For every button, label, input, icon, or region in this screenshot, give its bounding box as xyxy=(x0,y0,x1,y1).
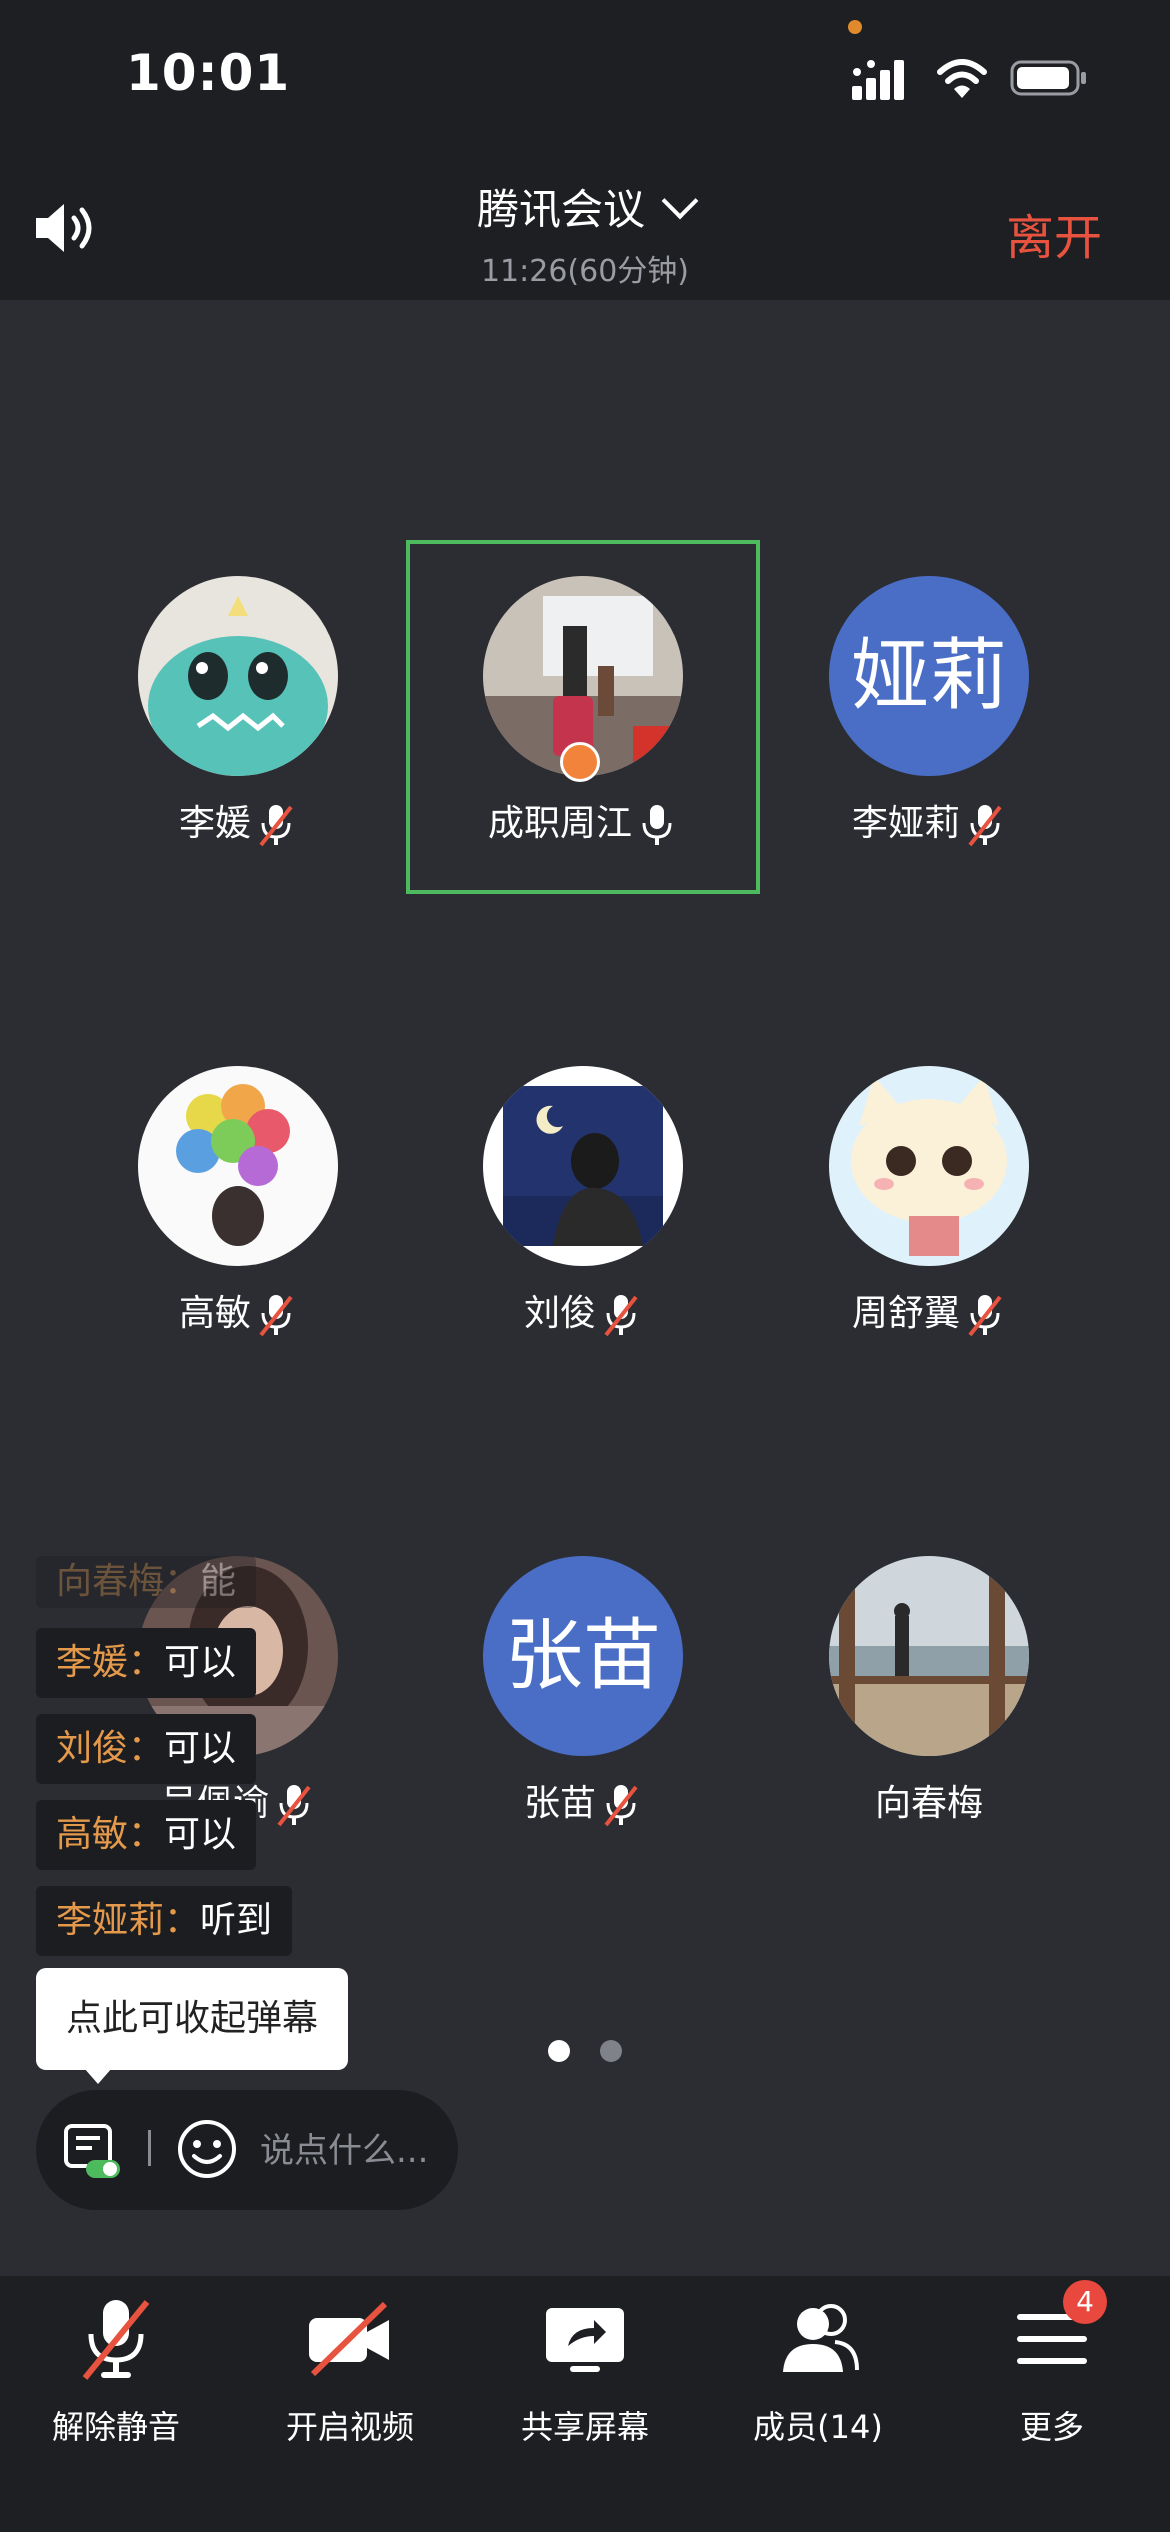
mic-muted-icon xyxy=(604,1295,638,1337)
avatar xyxy=(483,1066,683,1266)
members-button[interactable]: 成员(14) xyxy=(718,2294,918,2448)
danmu-list: 向春梅：能 李媛：可以 刘俊：可以 高敏：可以 李娅莉：听到 xyxy=(36,1556,293,1972)
mic-on-icon xyxy=(642,805,672,845)
meeting-title: 腾讯会议 xyxy=(476,185,645,234)
participant-name: 李媛 xyxy=(178,803,251,844)
danmu-sender: 向春梅 xyxy=(56,1561,165,1602)
mic-muted-icon xyxy=(604,1785,638,1827)
unmute-button[interactable]: 解除静音 xyxy=(16,2294,216,2448)
collapse-danmu-tooltip[interactable]: 点此可收起弹幕 xyxy=(36,1968,349,2070)
tooltip-arrow xyxy=(84,2068,112,2084)
participant-tile[interactable]: 向春梅 xyxy=(799,1556,1059,1826)
chevron-down-icon xyxy=(661,182,699,220)
emoji-icon[interactable] xyxy=(176,2118,238,2180)
participant-tile[interactable]: 李媛 xyxy=(108,576,368,847)
danmu-sender: 刘俊 xyxy=(56,1728,129,1769)
participant-name: 周舒翼 xyxy=(851,1293,960,1334)
participant-tile[interactable]: 刘俊 xyxy=(453,1066,713,1337)
danmu-item: 高敏：可以 xyxy=(36,1800,257,1870)
camera-off-icon xyxy=(309,2301,389,2377)
avatar: 娅莉 xyxy=(829,576,1029,776)
page-indicator[interactable] xyxy=(548,2040,652,2066)
danmu-message: 听到 xyxy=(200,1900,273,1941)
leave-button[interactable]: 离开 xyxy=(1006,198,1102,268)
danmu-message: 可以 xyxy=(164,1814,237,1855)
avatar xyxy=(829,1556,1029,1756)
participant-name: 成职周江 xyxy=(487,803,632,844)
battery-icon xyxy=(1010,60,1086,96)
danmu-separator: ： xyxy=(164,1561,201,1602)
meeting-title-dropdown[interactable]: 腾讯会议 xyxy=(0,176,1170,237)
wifi-icon xyxy=(937,59,987,98)
danmu-item: 李娅莉：听到 xyxy=(36,1886,293,1956)
start-video-label: 开启视频 xyxy=(285,2408,414,2446)
share-screen-button[interactable]: 共享屏幕 xyxy=(485,2294,685,2448)
share-screen-icon xyxy=(546,2308,624,2372)
danmu-sender: 李媛 xyxy=(56,1642,129,1683)
more-notification-badge: 4 xyxy=(1063,2280,1107,2324)
privacy-indicator-dot xyxy=(848,20,862,34)
status-time: 10:01 xyxy=(126,44,291,102)
participant-name: 高敏 xyxy=(178,1293,251,1334)
danmu-item: 向春梅：能 xyxy=(36,1556,257,1608)
danmu-separator: ： xyxy=(164,1900,201,1941)
avatar: 张苗 xyxy=(483,1556,683,1756)
mic-muted-icon xyxy=(259,1295,293,1337)
participant-tile[interactable]: 娅莉 李娅莉 xyxy=(799,576,1059,847)
host-badge-icon xyxy=(560,742,600,782)
participant-name: 张苗 xyxy=(523,1783,596,1824)
participant-tile[interactable]: 周舒翼 xyxy=(799,1066,1059,1337)
danmu-toggle-icon[interactable] xyxy=(62,2122,122,2180)
page-dot-active[interactable] xyxy=(548,2040,570,2062)
more-button[interactable]: 4 更多 xyxy=(952,2280,1152,2448)
mic-muted-icon xyxy=(968,1295,1002,1337)
avatar xyxy=(138,576,338,776)
participant-name: 向春梅 xyxy=(874,1783,983,1824)
danmu-item: 李媛：可以 xyxy=(36,1628,257,1698)
share-screen-label: 共享屏幕 xyxy=(520,2408,649,2446)
participant-name: 刘俊 xyxy=(523,1293,596,1334)
danmu-separator: ： xyxy=(128,1642,165,1683)
danmu-item: 刘俊：可以 xyxy=(36,1714,257,1784)
avatar xyxy=(138,1066,338,1266)
participant-tile[interactable]: 高敏 xyxy=(108,1066,368,1337)
mic-muted-icon xyxy=(82,2300,150,2380)
members-icon xyxy=(783,2304,859,2372)
meeting-duration: 11:26(60分钟) xyxy=(480,254,690,289)
cellular-signal-icon xyxy=(852,60,904,100)
chat-separator xyxy=(148,2130,151,2166)
status-bar: 10:01 xyxy=(0,0,1170,150)
danmu-message: 可以 xyxy=(164,1642,237,1683)
mic-muted-icon xyxy=(968,805,1002,847)
meeting-header: 腾讯会议 11:26(60分钟) 离开 xyxy=(0,150,1170,300)
participant-name: 李娅莉 xyxy=(851,803,960,844)
danmu-sender: 高敏 xyxy=(56,1814,129,1855)
chat-bar xyxy=(36,2090,462,2212)
avatar xyxy=(829,1066,1029,1266)
unmute-label: 解除静音 xyxy=(51,2408,180,2446)
start-video-button[interactable]: 开启视频 xyxy=(250,2294,450,2448)
more-label: 更多 xyxy=(1019,2408,1084,2446)
page-dot[interactable] xyxy=(600,2040,622,2062)
danmu-separator: ： xyxy=(128,1728,165,1769)
danmu-separator: ： xyxy=(128,1814,165,1855)
danmu-sender: 李娅莉 xyxy=(56,1900,165,1941)
meeting-toolbar: 解除静音 开启视频 共享屏幕 成员(14) 4 更多 xyxy=(0,2276,1170,2532)
members-label: 成员(14) xyxy=(753,2408,883,2446)
participant-tile[interactable]: 张苗 张苗 xyxy=(453,1556,713,1827)
participant-tile[interactable]: 成职周江 xyxy=(453,576,713,847)
danmu-message: 可以 xyxy=(164,1728,237,1769)
chat-input[interactable] xyxy=(258,2090,462,2212)
danmu-message: 能 xyxy=(200,1561,237,1602)
mic-muted-icon xyxy=(259,805,293,847)
